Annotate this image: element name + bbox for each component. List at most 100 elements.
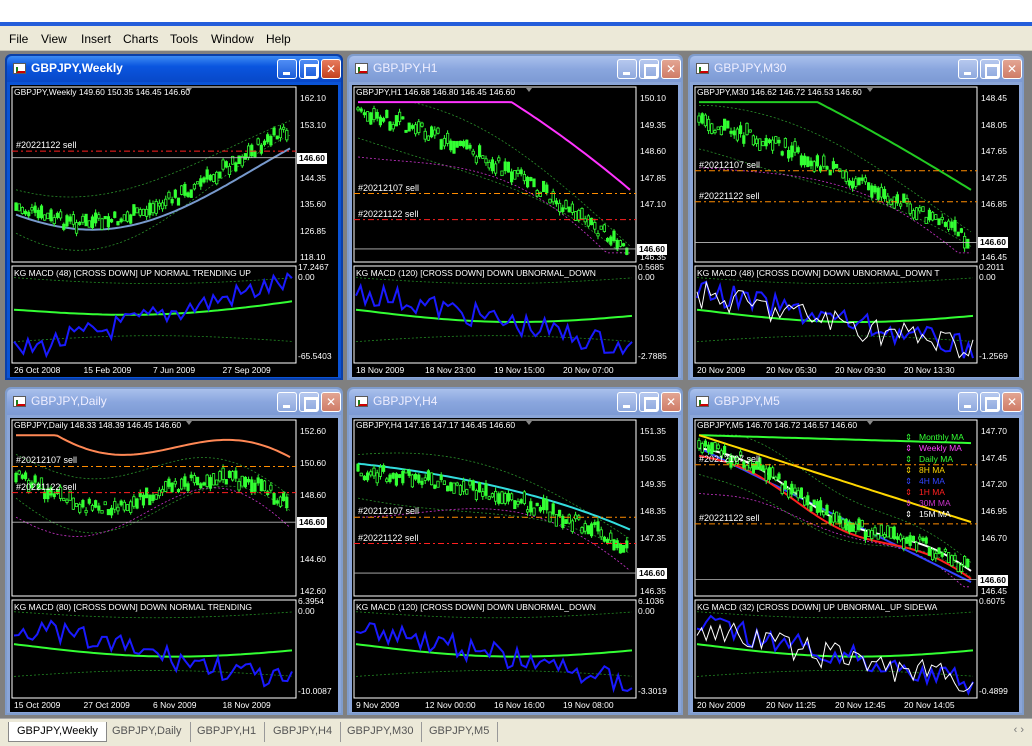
candle-body bbox=[119, 218, 123, 223]
price-axis-tick: 150.60 bbox=[300, 458, 326, 468]
price-axis-tick: 148.05 bbox=[981, 119, 1007, 130]
candle-body bbox=[160, 202, 165, 210]
candle-body bbox=[959, 228, 964, 233]
chart-window-gbpjpy-m5[interactable]: GBPJPY,M5 ✕ #20212107 sell #20221122 sell GB… bbox=[688, 387, 1024, 715]
minimize-button[interactable] bbox=[277, 392, 297, 412]
close-button[interactable]: ✕ bbox=[1002, 59, 1022, 79]
menu-insert[interactable]: Insert bbox=[81, 32, 111, 46]
maximize-button[interactable] bbox=[299, 392, 319, 412]
chart-canvas[interactable]: #20221122 sell GBPJPY,Weekly 149.60 150.3… bbox=[10, 85, 338, 377]
chart-window-gbpjpy-weekly[interactable]: GBPJPY,Weekly ✕ #20221122 sell GBPJPY,Weekl… bbox=[5, 54, 343, 380]
tab-gbpjpy-daily[interactable]: GBPJPY,Daily bbox=[104, 722, 191, 742]
candle-body bbox=[780, 484, 784, 494]
candle-body bbox=[202, 177, 206, 183]
maximize-button[interactable] bbox=[639, 392, 659, 412]
candle-body bbox=[381, 117, 386, 122]
candle-body bbox=[490, 159, 494, 172]
chart-window-gbpjpy-h4[interactable]: GBPJPY,H4 ✕ #20212107 sell #20221122 sell GB… bbox=[347, 387, 683, 715]
chart-canvas[interactable]: #20212107 sell #20221122 sell GBPJPY,H1 14… bbox=[352, 85, 678, 377]
candle-body bbox=[940, 216, 944, 221]
order-label: #20221122 sell bbox=[699, 190, 760, 201]
candle-body bbox=[362, 112, 366, 116]
mdi-area: GBPJPY,Weekly ✕ #20221122 sell GBPJPY,Weekl… bbox=[0, 51, 1032, 718]
candle-body bbox=[481, 491, 485, 497]
tab-gbpjpy-h1[interactable]: GBPJPY,H1 bbox=[189, 722, 266, 742]
candle-body bbox=[924, 216, 928, 224]
candle-body bbox=[375, 472, 379, 484]
menu-charts[interactable]: Charts bbox=[123, 32, 158, 46]
minimize-button[interactable] bbox=[617, 392, 637, 412]
menu-tools[interactable]: Tools bbox=[170, 32, 198, 46]
tab-gbpjpy-m5[interactable]: GBPJPY,M5 bbox=[421, 722, 499, 742]
candle-body bbox=[103, 501, 107, 506]
candle-body bbox=[471, 150, 475, 155]
candle-body bbox=[388, 121, 392, 131]
candle-body bbox=[218, 471, 222, 482]
macd-label: KG MACD (48) [CROSS DOWN] UP NORMAL TREN… bbox=[14, 268, 251, 278]
close-button[interactable]: ✕ bbox=[661, 59, 681, 79]
candle-body bbox=[359, 108, 363, 112]
candle-body bbox=[141, 208, 146, 216]
candle-body bbox=[771, 139, 775, 151]
candle-body bbox=[423, 130, 427, 140]
menu-help[interactable]: Help bbox=[266, 32, 291, 46]
candle-body bbox=[36, 209, 40, 219]
price-axis-tick: 144.60 bbox=[300, 554, 326, 564]
minimize-button[interactable] bbox=[617, 59, 637, 79]
window-title-bar[interactable]: GBPJPY,H4 ✕ bbox=[349, 389, 681, 415]
window-title-bar[interactable]: GBPJPY,H1 ✕ bbox=[349, 56, 681, 82]
window-title-bar[interactable]: GBPJPY,M5 ✕ bbox=[690, 389, 1022, 415]
chart-window-gbpjpy-daily[interactable]: GBPJPY,Daily ✕ #20212107 sell #20221122 sel… bbox=[5, 387, 343, 715]
chart-window-gbpjpy-m30[interactable]: GBPJPY,M30 ✕ #20212107 sell #20221122 sell G… bbox=[688, 54, 1024, 380]
candle-body bbox=[815, 501, 819, 513]
candle-body bbox=[462, 141, 466, 147]
candle-body bbox=[430, 472, 434, 486]
minimize-button[interactable] bbox=[958, 59, 978, 79]
candle-body bbox=[700, 443, 704, 453]
candle-body bbox=[407, 122, 411, 132]
maximize-button[interactable] bbox=[980, 392, 1000, 412]
candle-body bbox=[834, 163, 839, 169]
chart-canvas[interactable]: #20212107 sell #20221122 sell GBPJPY,M5 14… bbox=[693, 418, 1019, 712]
candle-body bbox=[81, 500, 85, 508]
minimize-button[interactable] bbox=[958, 392, 978, 412]
chart-canvas[interactable]: #20212107 sell #20221122 sell GBPJPY,H4 14… bbox=[352, 418, 678, 712]
candle-body bbox=[761, 141, 765, 147]
chart-canvas[interactable]: #20212107 sell #20221122 sell GBPJPY,M30 1… bbox=[693, 85, 1019, 377]
candle-body bbox=[873, 527, 877, 536]
candle-body bbox=[500, 170, 504, 177]
tab-gbpjpy-weekly[interactable]: GBPJPY,Weekly bbox=[8, 722, 107, 742]
menu-view[interactable]: View bbox=[41, 32, 67, 46]
window-title-bar[interactable]: GBPJPY,Weekly ✕ bbox=[7, 56, 341, 82]
candle-body bbox=[157, 489, 161, 497]
window-title-bar[interactable]: GBPJPY,Daily ✕ bbox=[7, 389, 341, 415]
chart-canvas[interactable]: #20212107 sell #20221122 sell GBPJPY,Daily… bbox=[10, 418, 338, 712]
macd-label: KG MACD (120) [CROSS DOWN] DOWN UBNORMAL… bbox=[356, 268, 596, 278]
candle-body bbox=[506, 493, 510, 502]
price-axis-tick: 147.65 bbox=[981, 146, 1007, 156]
tab-gbpjpy-m30[interactable]: GBPJPY,M30 bbox=[339, 722, 423, 742]
price-axis-tick: 146.85 bbox=[981, 199, 1007, 209]
maximize-button[interactable] bbox=[639, 59, 659, 79]
maximize-button[interactable] bbox=[299, 59, 319, 79]
close-button[interactable]: ✕ bbox=[1002, 392, 1022, 412]
candle-body bbox=[394, 115, 399, 127]
maximize-button[interactable] bbox=[980, 59, 1000, 79]
tab-scroll-arrows[interactable]: ‹ › bbox=[1014, 724, 1024, 736]
menu-window[interactable]: Window bbox=[211, 32, 254, 46]
close-button[interactable]: ✕ bbox=[661, 392, 681, 412]
candle-body bbox=[780, 151, 784, 156]
macd-axis-top: 0.5685 bbox=[638, 262, 664, 272]
candle-body bbox=[719, 125, 724, 136]
candle-body bbox=[541, 498, 546, 511]
window-title-bar[interactable]: GBPJPY,M30 ✕ bbox=[690, 56, 1022, 82]
candle-body bbox=[272, 492, 276, 505]
candle-body bbox=[224, 161, 228, 168]
candle-body bbox=[398, 111, 402, 123]
tab-gbpjpy-h4[interactable]: GBPJPY,H4 bbox=[265, 722, 342, 742]
chart-window-gbpjpy-h1[interactable]: GBPJPY,H1 ✕ #20212107 sell #20221122 sell GB… bbox=[347, 54, 683, 380]
close-button[interactable]: ✕ bbox=[321, 59, 341, 79]
minimize-button[interactable] bbox=[277, 59, 297, 79]
close-button[interactable]: ✕ bbox=[321, 392, 341, 412]
menu-file[interactable]: File bbox=[9, 32, 28, 46]
